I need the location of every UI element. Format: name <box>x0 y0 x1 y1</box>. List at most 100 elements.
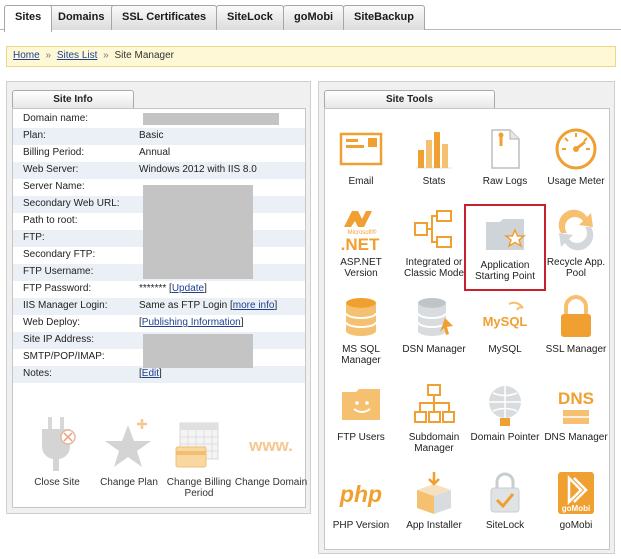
close-site-action[interactable]: Close Site <box>17 415 97 488</box>
site-info-link[interactable]: more info <box>233 300 275 311</box>
tool-domain-pointer[interactable]: Domain Pointer <box>470 382 540 443</box>
tool-gomobi-label: goMobi <box>559 520 593 531</box>
redacted-server-details <box>143 185 253 279</box>
tool-aspnet-version-label: ASP.NET Version <box>340 257 382 279</box>
change-domain-label: Change Domain <box>234 477 308 488</box>
site-info-value: Annual <box>139 147 170 158</box>
tool-dsn-manager[interactable]: DSN Manager <box>399 294 469 355</box>
recycle-icon <box>558 209 594 251</box>
site-info-body: Domain name: Plan: Basic Billing Period: Ann… <box>12 108 307 508</box>
change-plan-label: Change Plan <box>100 477 158 488</box>
site-info-label: Site IP Address: <box>23 334 94 345</box>
site-info-panel: Site Info Domain name: Plan: Basic Billing … <box>6 81 311 514</box>
tool-subdomain-manager[interactable]: Subdomain Manager <box>399 382 469 454</box>
padlock-icon <box>561 295 591 337</box>
site-info-link[interactable]: Edit <box>142 368 159 379</box>
php-logo-text: php <box>339 481 382 507</box>
mysql-logo-icon: MySQL <box>483 301 527 329</box>
site-info-label: SMTP/POP/IMAP: <box>23 351 105 362</box>
site-info-row: Web Deploy: [Publishing Information] <box>13 315 305 332</box>
breadcrumb-separator: » <box>103 50 109 61</box>
tool-subdomain-manager-label: Subdomain Manager <box>408 432 460 454</box>
tab-domains[interactable]: Domains <box>47 5 116 30</box>
tool-dsn-manager-label: DSN Manager <box>402 344 466 355</box>
php-logo-icon: php <box>339 481 382 507</box>
tab-sitelock[interactable]: SiteLock <box>216 5 284 30</box>
site-info-label: Secondary Web URL: <box>23 198 120 209</box>
tool-app-installer-label: App Installer <box>406 520 462 531</box>
tool-ftp-users[interactable]: FTP Users <box>326 382 396 443</box>
breadcrumb-sites-list-link[interactable]: Sites List <box>57 50 98 61</box>
site-tools-body: Email Stats Raw Logs Usage Meter Microso… <box>324 108 610 550</box>
dotnet-logo-icon: Microsoft® .NET <box>341 211 380 253</box>
tool-recycle-app-pool-label: Recycle App. Pool <box>546 257 606 279</box>
site-info-link[interactable]: Update <box>172 283 204 294</box>
tab-gomobi[interactable]: goMobi <box>283 5 345 30</box>
tool-raw-logs[interactable]: Raw Logs <box>470 126 540 187</box>
site-info-link[interactable]: Publishing Information <box>142 317 241 328</box>
tool-stats[interactable]: Stats <box>399 126 469 187</box>
site-info-label: Secondary FTP: <box>23 249 96 260</box>
breadcrumb-current: Site Manager <box>114 50 174 61</box>
site-info-label: Billing Period: <box>23 147 85 158</box>
folder-star-icon <box>486 219 527 250</box>
database-grey-icon <box>417 298 453 336</box>
site-info-value: Same as FTP Login [more info] <box>139 300 278 311</box>
site-info-row: Web Server: Windows 2012 with IIS 8.0 <box>13 162 305 179</box>
tool-recycle-app-pool[interactable]: Recycle App. Pool <box>541 207 611 279</box>
site-info-label: Plan: <box>23 130 46 141</box>
tool-usage-meter-label: Usage Meter <box>547 176 605 187</box>
site-info-label: Path to root: <box>23 215 78 226</box>
tool-ssl-manager[interactable]: SSL Manager <box>541 294 611 355</box>
sitelock-icon <box>490 472 520 513</box>
site-info-row: IIS Manager Login: Same as FTP Login [mor… <box>13 298 305 315</box>
tool-app-installer[interactable]: App Installer <box>399 470 469 531</box>
calendar-card-icon <box>175 422 219 468</box>
site-info-label: Server Name: <box>23 181 85 192</box>
top-tabs: Sites Domains SSL Certificates SiteLock … <box>0 0 621 32</box>
site-info-label: Web Server: <box>23 164 79 175</box>
tool-mysql[interactable]: MySQL MySQL <box>470 294 540 355</box>
tab-ssl-certificates[interactable]: SSL Certificates <box>111 5 218 30</box>
tool-sitelock[interactable]: SiteLock <box>470 470 540 531</box>
tab-sitebackup[interactable]: SiteBackup <box>343 5 425 30</box>
tool-php-version[interactable]: php PHP Version <box>326 470 396 531</box>
site-info-value: [Publishing Information] <box>139 317 244 328</box>
document-icon <box>491 129 520 169</box>
tool-gomobi[interactable]: goMobi goMobi <box>541 470 611 531</box>
tool-integrated-classic-label: Integrated or Classic Mode <box>403 257 465 279</box>
tool-integrated-classic[interactable]: Integrated or Classic Mode <box>399 207 469 279</box>
site-info-row: Notes: [Edit] <box>13 366 305 383</box>
tool-ms-sql-manager-label: MS SQL Manager <box>341 344 381 366</box>
dns-icon: DNS <box>558 389 594 424</box>
change-billing-period-label: Change Billing Period <box>166 477 232 499</box>
www-icon: www. <box>248 436 293 455</box>
tab-sites[interactable]: Sites <box>4 5 53 32</box>
plug-close-icon <box>42 417 76 471</box>
site-info-label: FTP Password: <box>23 283 92 294</box>
globe-pointer-icon <box>489 386 521 426</box>
bar-chart-icon <box>416 132 452 169</box>
site-info-label: Web Deploy: <box>23 317 81 328</box>
dotnet-logo-text: .NET <box>341 235 380 253</box>
site-info-label: IIS Manager Login: <box>23 300 108 311</box>
change-billing-period-action[interactable]: Change Billing Period <box>159 415 239 499</box>
tool-ssl-manager-label: SSL Manager <box>545 344 607 355</box>
tool-raw-logs-label: Raw Logs <box>482 176 528 187</box>
tool-email[interactable]: Email <box>326 126 396 187</box>
tool-application-starting-point-label: Application Starting Point <box>474 260 536 282</box>
tool-dns-manager[interactable]: DNS DNS Manager <box>541 382 611 443</box>
tool-ms-sql-manager[interactable]: MS SQL Manager <box>326 294 396 366</box>
tool-aspnet-version[interactable]: Microsoft® .NET ASP.NET Version <box>326 207 396 279</box>
tool-application-starting-point[interactable]: Application Starting Point <box>464 204 546 291</box>
tool-usage-meter[interactable]: Usage Meter <box>541 126 611 187</box>
gomobi-icon: goMobi <box>558 472 594 514</box>
change-plan-action[interactable]: Change Plan <box>89 415 169 488</box>
change-domain-action[interactable]: www. Change Domain <box>231 415 311 488</box>
site-info-row: FTP Password: ******* [Update] <box>13 281 305 298</box>
tool-stats-label: Stats <box>422 176 446 187</box>
site-info-value: [Edit] <box>139 368 162 379</box>
site-tools-title: Site Tools <box>324 90 495 109</box>
breadcrumb-home-link[interactable]: Home <box>13 50 40 61</box>
site-info-label: FTP: <box>23 232 45 243</box>
